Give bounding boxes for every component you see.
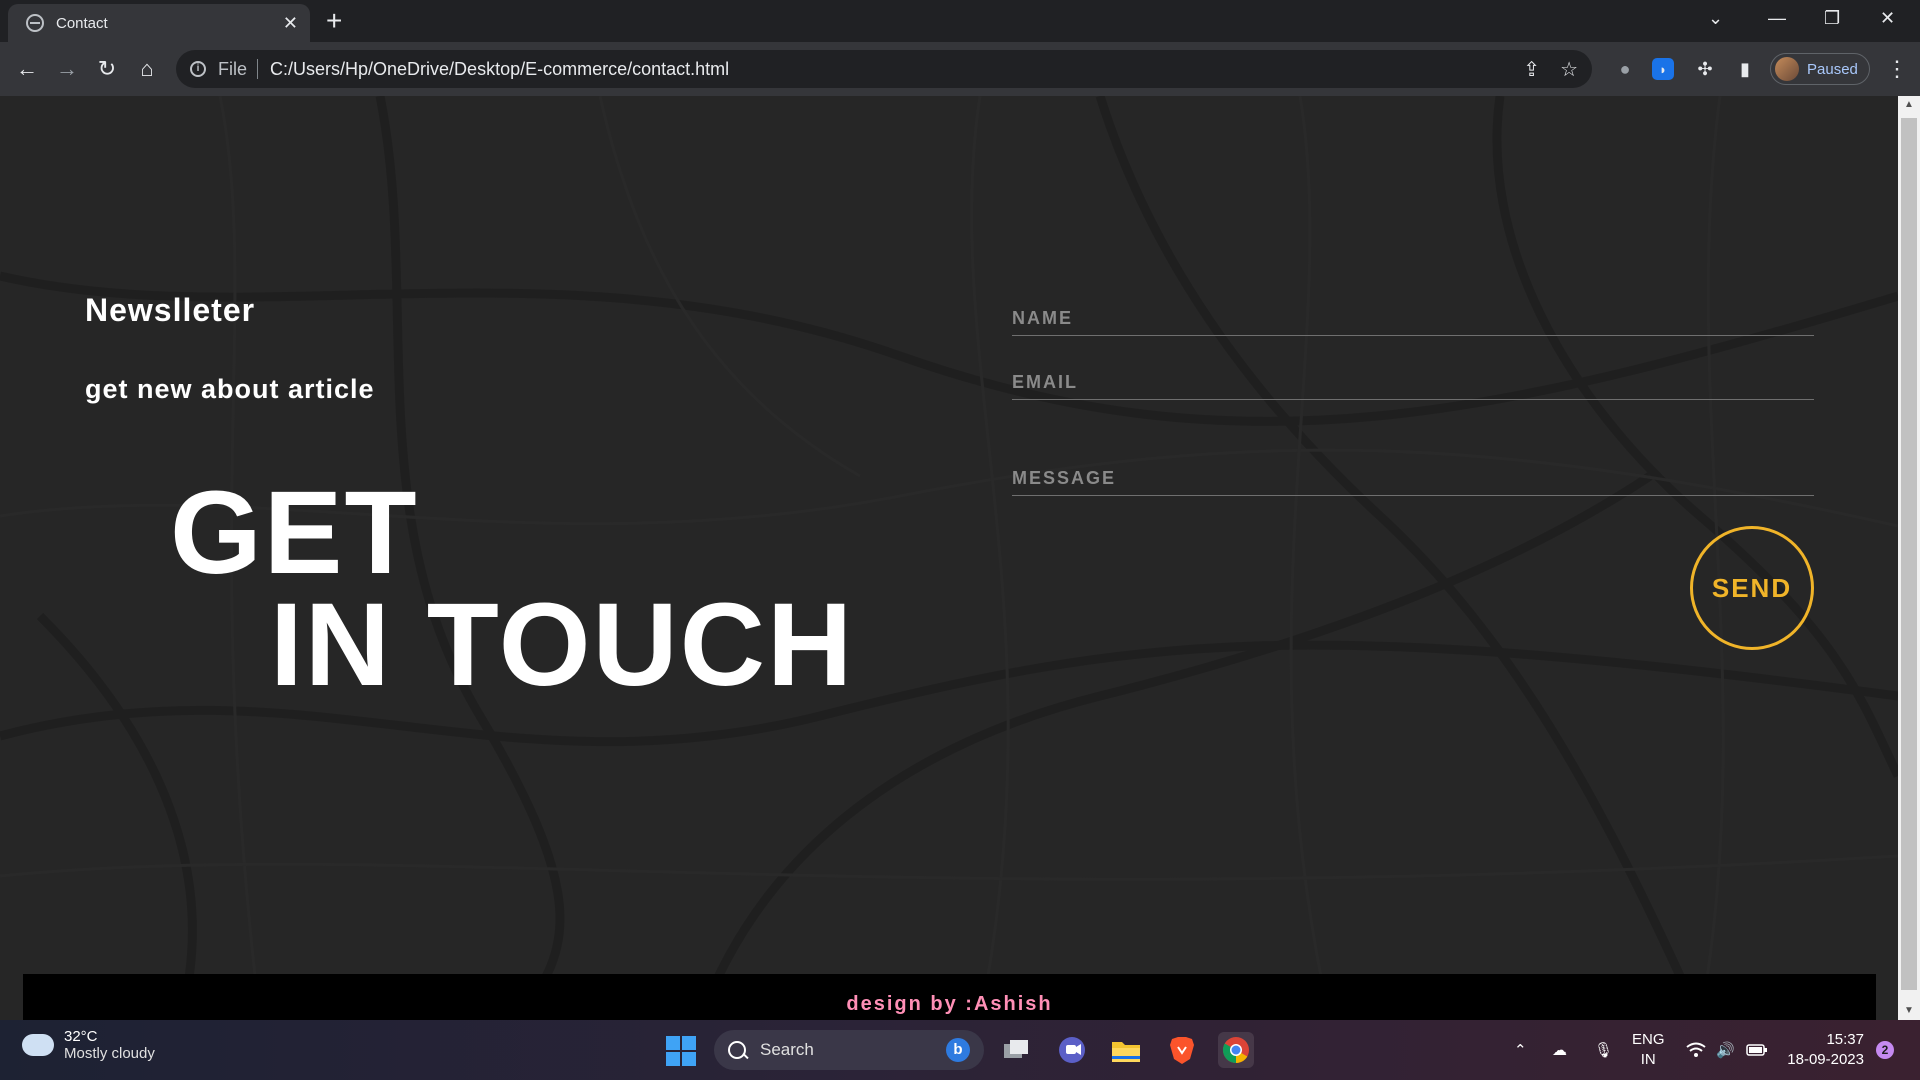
more-menu-icon[interactable]: ⋮ [1886, 56, 1908, 82]
side-panel-icon[interactable]: ▮ [1732, 56, 1758, 82]
name-input[interactable] [1012, 302, 1814, 336]
windows-taskbar: 32°C Mostly cloudy Search b ⌃ ☁ 🎙 ENG IN… [0, 1020, 1920, 1080]
close-window-button[interactable]: ✕ [1880, 6, 1895, 30]
avatar [1775, 57, 1799, 81]
minimize-button[interactable]: — [1768, 6, 1786, 30]
url-text[interactable]: C:/Users/Hp/OneDrive/Desktop/E-commerce/… [270, 59, 729, 80]
tab-contact[interactable]: Contact ✕ [8, 4, 310, 42]
teams-chat-icon[interactable] [1054, 1032, 1090, 1068]
newsletter-title: Newslleter [85, 292, 256, 328]
extension-icon[interactable]: ● [1612, 56, 1638, 82]
notification-badge[interactable]: 2 [1876, 1041, 1894, 1059]
clock-date: 18-09-2023 [1787, 1051, 1864, 1068]
profile-label: Paused [1807, 60, 1858, 78]
email-input[interactable] [1012, 366, 1814, 400]
task-view-icon[interactable] [998, 1032, 1034, 1068]
scroll-down-arrow-icon[interactable]: ▼ [1898, 1002, 1920, 1020]
weather-temp: 32°C [64, 1028, 98, 1045]
headline-line-2: IN TOUCH [270, 579, 855, 711]
message-input[interactable] [1012, 462, 1814, 496]
bookmark-star-icon[interactable]: ☆ [1560, 57, 1578, 82]
close-tab-icon[interactable]: ✕ [283, 13, 298, 34]
headline-line-1: GET [170, 467, 419, 599]
restore-button[interactable]: ❐ [1824, 6, 1840, 30]
footer: design by :Ashish [23, 974, 1876, 1020]
partly-cloudy-icon [20, 1026, 54, 1056]
weather-desc: Mostly cloudy [64, 1045, 155, 1062]
microphone-icon[interactable]: 🎙 [1594, 1020, 1613, 1080]
back-button[interactable]: ← [12, 54, 42, 84]
search-label: Search [760, 1040, 814, 1059]
onedrive-cloud-icon[interactable]: ☁ [1552, 1020, 1567, 1080]
volume-icon[interactable]: 🔊 [1716, 1020, 1735, 1080]
tab-strip: Contact ✕ + ⌄ — ❐ ✕ [0, 0, 1920, 42]
tab-search-chevron-icon[interactable]: ⌄ [1708, 6, 1723, 30]
site-info-icon[interactable]: i [190, 61, 206, 77]
home-button[interactable]: ⌂ [132, 54, 162, 84]
file-explorer-icon[interactable] [1108, 1032, 1144, 1068]
extensions-puzzle-icon[interactable]: ✣ [1692, 56, 1718, 82]
profile-button[interactable]: Paused [1770, 53, 1870, 85]
bing-icon[interactable]: b [946, 1038, 970, 1062]
wifi-icon[interactable] [1686, 1020, 1706, 1080]
footer-credit: design by :Ashish [846, 993, 1053, 1015]
battery-icon[interactable] [1746, 1020, 1768, 1080]
weather-widget[interactable]: 32°C Mostly cloudy [20, 1026, 155, 1062]
forward-button[interactable]: → [52, 54, 82, 84]
vertical-scrollbar[interactable]: ▲ ▼ [1898, 96, 1920, 1020]
reload-button[interactable]: ↻ [92, 54, 122, 84]
scrollbar-thumb[interactable] [1901, 118, 1917, 990]
url-scheme: File [218, 59, 259, 79]
clock-time: 15:37 [1826, 1031, 1864, 1048]
browser-toolbar: ← → ↻ ⌂ i File C:/Users/Hp/OneDrive/Desk… [0, 42, 1920, 96]
language-indicator[interactable]: ENG IN [1632, 1030, 1665, 1070]
start-button[interactable] [666, 1036, 696, 1066]
newsletter-subtitle: get new about article [85, 374, 375, 404]
region-code: IN [1640, 1051, 1656, 1068]
address-bar[interactable]: i File C:/Users/Hp/OneDrive/Desktop/E-co… [176, 50, 1592, 88]
contact-page: Newslleter get new about article GET IN … [0, 96, 1898, 1020]
show-hidden-icons-chevron-icon[interactable]: ⌃ [1514, 1020, 1527, 1080]
language-code: ENG [1632, 1031, 1665, 1048]
search-icon [728, 1041, 746, 1059]
brave-browser-icon[interactable] [1164, 1032, 1200, 1068]
tab-title: Contact [56, 14, 108, 32]
chrome-icon[interactable] [1218, 1032, 1254, 1068]
taskbar-search[interactable]: Search b [714, 1030, 984, 1070]
globe-icon [26, 14, 44, 32]
new-tab-button[interactable]: + [326, 6, 342, 36]
send-button[interactable]: SEND [1690, 526, 1814, 650]
system-clock[interactable]: 15:37 18-09-2023 [1784, 1030, 1864, 1070]
extension-blue-icon[interactable]: ◗ [1652, 58, 1674, 80]
scroll-up-arrow-icon[interactable]: ▲ [1898, 96, 1920, 114]
share-icon[interactable]: ⇪ [1523, 57, 1540, 82]
